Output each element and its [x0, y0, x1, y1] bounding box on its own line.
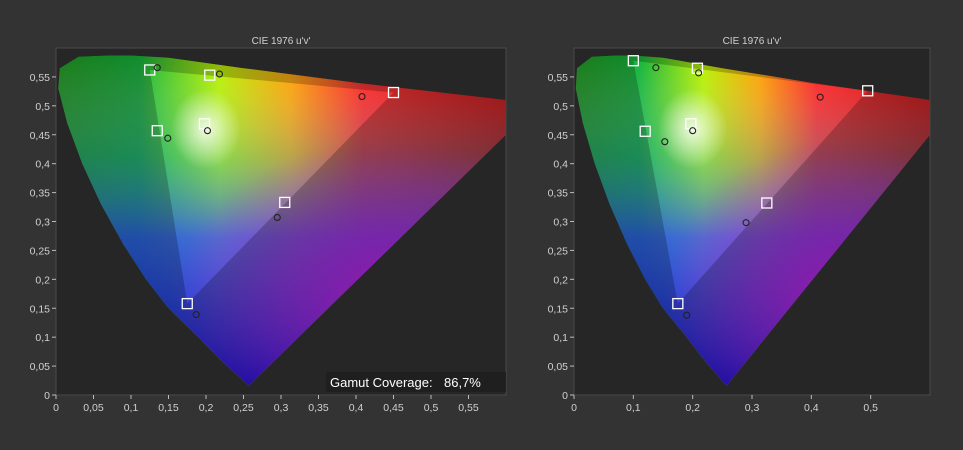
y-tick-label: 0,4 — [35, 159, 50, 171]
x-tick-label: 0,45 — [383, 402, 404, 414]
x-tick-label: 0,2 — [685, 402, 700, 414]
y-tick-label: 0,05 — [30, 361, 51, 373]
chart-title: CIE 1976 u'v' — [723, 36, 782, 47]
y-tick-label: 0,55 — [548, 72, 569, 84]
x-tick-label: 0,35 — [308, 402, 329, 414]
y-tick-label: 0,2 — [35, 274, 50, 286]
y-tick-label: 0,5 — [553, 101, 568, 113]
y-tick-label: 0,35 — [548, 188, 569, 200]
chart-right: 0 0,1 0,2 0,3 0,4 0,5 0 0,05 0,1 0,15 0,2 0,25 0,3 0,… — [548, 36, 931, 414]
x-tick-label: 0,4 — [804, 402, 819, 414]
gamut-coverage-label: Gamut Coverage: — [330, 375, 433, 390]
x-tick-label: 0,1 — [626, 402, 641, 414]
chart-left: 0 0,05 0,1 0,15 0,2 0,25 0,3 0,35 0,4 0,45 0,5 0,55… — [30, 36, 507, 414]
cie-charts: 0 0,05 0,1 0,15 0,2 0,25 0,3 0,35 0,4 0,45 0,5 0,55… — [30, 36, 931, 414]
y-tick-label: 0,55 — [30, 72, 51, 84]
gamut-coverage-value: 86,7% — [444, 375, 481, 390]
x-tick-label: 0,3 — [274, 402, 289, 414]
y-tick-label: 0 — [44, 390, 50, 402]
y-tick-label: 0,3 — [553, 217, 568, 229]
y-tick-label: 0,2 — [553, 274, 568, 286]
x-tick-label: 0,05 — [83, 402, 104, 414]
x-tick-label: 0,2 — [199, 402, 214, 414]
y-tick-label: 0,45 — [548, 130, 569, 142]
x-tick-label: 0,4 — [349, 402, 364, 414]
y-tick-label: 0,45 — [30, 130, 51, 142]
y-tick-label: 0,25 — [548, 245, 569, 257]
y-tick-label: 0,15 — [548, 303, 569, 315]
y-tick-label: 0,35 — [30, 188, 51, 200]
x-tick-label: 0 — [53, 402, 59, 414]
y-tick-label: 0,1 — [35, 332, 50, 344]
y-tick-label: 0,05 — [548, 361, 569, 373]
x-tick-label: 0,15 — [158, 402, 179, 414]
y-tick-label: 0,25 — [30, 245, 51, 257]
y-tick-label: 0,1 — [553, 332, 568, 344]
y-tick-label: 0 — [562, 390, 568, 402]
y-tick-label: 0,5 — [35, 101, 50, 113]
x-tick-label: 0,55 — [458, 402, 479, 414]
x-tick-label: 0,25 — [233, 402, 254, 414]
x-tick-label: 0,3 — [745, 402, 760, 414]
x-tick-label: 0,5 — [863, 402, 878, 414]
y-tick-label: 0,3 — [35, 217, 50, 229]
x-tick-label: 0,5 — [424, 402, 439, 414]
y-tick-label: 0,4 — [553, 159, 568, 171]
y-tick-label: 0,15 — [30, 303, 51, 315]
x-tick-label: 0 — [571, 402, 577, 414]
chart-title: CIE 1976 u'v' — [252, 36, 311, 47]
x-tick-label: 0,1 — [124, 402, 139, 414]
